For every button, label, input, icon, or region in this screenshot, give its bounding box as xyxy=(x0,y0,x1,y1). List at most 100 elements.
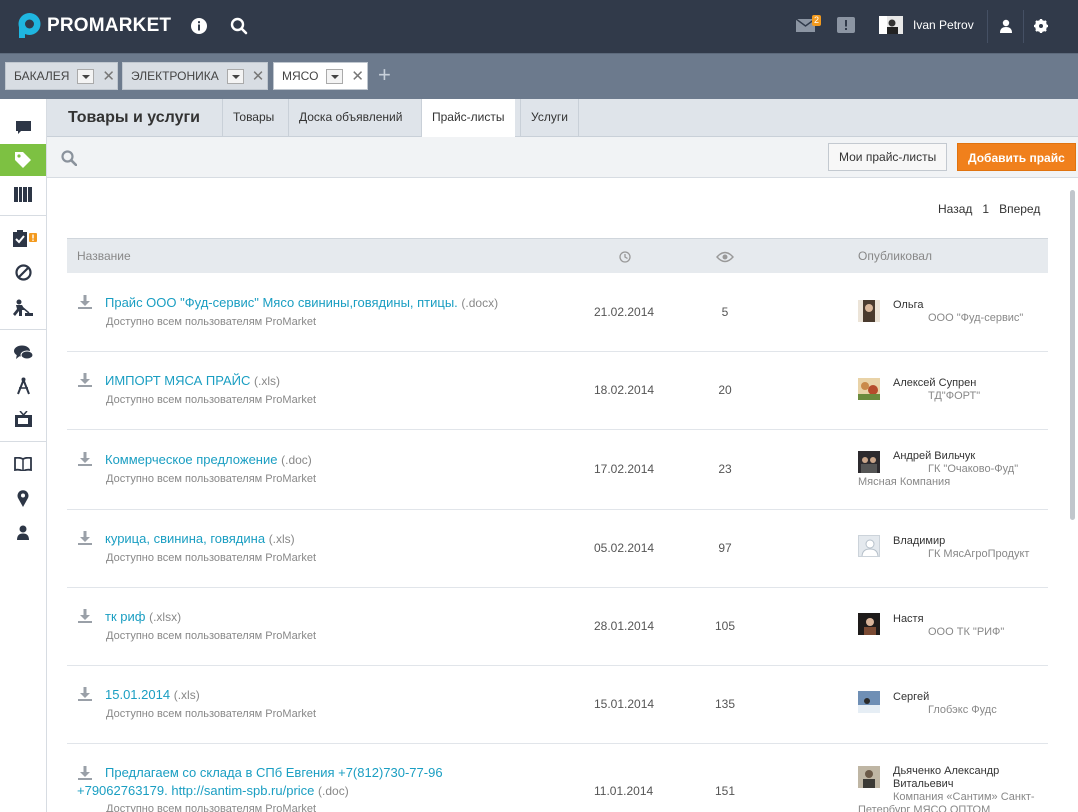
tag-icon xyxy=(15,152,31,168)
tab-products[interactable]: Товары xyxy=(222,99,284,137)
left-sidebar xyxy=(0,99,47,812)
price-list-title[interactable]: 15.01.2014 (.xls) xyxy=(105,686,200,704)
view-count: 105 xyxy=(714,619,736,633)
search-icon[interactable] xyxy=(230,17,248,35)
download-icon[interactable] xyxy=(78,373,92,387)
date: 28.01.2014 xyxy=(594,619,655,633)
sidebar-item-workers[interactable] xyxy=(0,291,46,323)
avatar[interactable] xyxy=(858,535,880,557)
view-count: 20 xyxy=(718,383,732,397)
add-tab-button[interactable]: + xyxy=(378,64,391,86)
sidebar-item-media[interactable] xyxy=(0,403,46,435)
tab-price-lists[interactable]: Прайс-листы xyxy=(421,99,515,138)
pagination: Назад 1 Вперед xyxy=(938,202,1040,216)
logo[interactable]: PROMARKET xyxy=(17,12,171,39)
price-list-title[interactable]: Прайс ООО "Фуд-сервис" Мясо свинины,говя… xyxy=(105,294,498,312)
price-list-title[interactable]: Предлагаем со склада в СПб Евгения +7(81… xyxy=(105,764,443,782)
chevron-down-icon[interactable] xyxy=(326,68,344,84)
pager-page-number[interactable]: 1 xyxy=(982,202,989,216)
search-icon[interactable] xyxy=(61,150,77,166)
toolbar: Мои прайс-листы Добавить прайс xyxy=(47,137,1078,178)
table-row: 15.01.2014 (.xls) Доступно всем пользова… xyxy=(67,666,1048,744)
worker-icon xyxy=(13,299,33,316)
sidebar-item-directory[interactable] xyxy=(0,448,46,480)
author-name[interactable]: Дьяченко Александр xyxy=(893,765,999,777)
table-header: Название Опубликовал xyxy=(67,238,1048,273)
user-icon[interactable] xyxy=(1000,19,1012,33)
clock-icon[interactable] xyxy=(619,251,631,263)
author-company: Компания «Сантим» Санкт- xyxy=(893,791,1035,803)
pager-forward-link[interactable]: Вперед xyxy=(999,202,1040,216)
price-list-title-continued[interactable]: +79062763179. http://santim-spb.ru/price… xyxy=(77,782,349,800)
view-count: 151 xyxy=(714,784,736,798)
access-note: Доступно всем пользователям ProMarket xyxy=(106,803,317,812)
scrollbar-thumb[interactable] xyxy=(1070,190,1075,520)
avatar[interactable] xyxy=(858,766,880,788)
filter-tab[interactable]: БАКАЛЕЯ ✕ xyxy=(5,62,118,90)
sidebar-item-catalog[interactable] xyxy=(0,178,46,210)
sidebar-item-profile[interactable] xyxy=(0,516,46,548)
info-icon[interactable] xyxy=(190,17,208,35)
file-extension: (.doc) xyxy=(281,453,312,467)
chevron-down-icon[interactable] xyxy=(226,68,244,84)
chevron-down-icon[interactable] xyxy=(77,68,95,84)
sidebar-item-discussions[interactable] xyxy=(0,337,46,369)
filter-tab-active[interactable]: МЯСО ✕ xyxy=(273,62,368,90)
download-icon[interactable] xyxy=(78,766,92,780)
author-name[interactable]: Ольга xyxy=(893,299,923,311)
sidebar-item-map[interactable] xyxy=(0,482,46,514)
avatar[interactable] xyxy=(858,378,880,400)
author-name[interactable]: Сергей xyxy=(893,691,929,703)
download-icon[interactable] xyxy=(78,531,92,545)
download-icon[interactable] xyxy=(78,452,92,466)
gear-icon[interactable] xyxy=(1034,19,1048,33)
price-list-title[interactable]: ИМПОРТ МЯСА ПРАЙС (.xls) xyxy=(105,372,280,390)
sidebar-item-tools[interactable] xyxy=(0,370,46,402)
avatar[interactable] xyxy=(858,613,880,635)
view-count: 23 xyxy=(718,462,732,476)
close-icon[interactable]: ✕ xyxy=(102,69,115,84)
add-price-button[interactable]: Добавить прайс xyxy=(957,143,1076,171)
price-list-title[interactable]: Коммерческое предложение (.doc) xyxy=(105,451,312,469)
author-company: Глобэкс Фудс xyxy=(928,704,997,716)
author-name[interactable]: Андрей Вильчук xyxy=(893,450,975,462)
tab-bulletin-board[interactable]: Доска объявлений xyxy=(288,99,412,137)
price-list-title[interactable]: курица, свинина, говядина (.xls) xyxy=(105,530,295,548)
table-row: ИМПОРТ МЯСА ПРАЙС (.xls) Доступно всем п… xyxy=(67,352,1048,430)
filter-tabs-bar: БАКАЛЕЯ ✕ ЭЛЕКТРОНИКА ✕ МЯСО ✕ + xyxy=(0,53,1078,99)
close-icon[interactable]: ✕ xyxy=(351,69,364,84)
pager-back-link[interactable]: Назад xyxy=(938,202,972,216)
user-menu[interactable]: Ivan Petrov xyxy=(879,16,974,34)
download-icon[interactable] xyxy=(78,687,92,701)
sidebar-item-messages[interactable] xyxy=(0,111,46,143)
sidebar-item-blocked[interactable] xyxy=(0,256,46,288)
author-name[interactable]: Настя xyxy=(893,613,924,625)
filter-tab[interactable]: ЭЛЕКТРОНИКА ✕ xyxy=(122,62,268,90)
download-icon[interactable] xyxy=(78,609,92,623)
column-header-published-by[interactable]: Опубликовал xyxy=(858,249,932,263)
price-list-title[interactable]: тк риф (.xlsx) xyxy=(105,608,181,626)
catalog-icon xyxy=(14,186,32,202)
author-name-continued[interactable]: Витальевич xyxy=(893,778,954,790)
divider xyxy=(1023,10,1024,43)
avatar[interactable] xyxy=(858,451,880,473)
top-bar: PROMARKET 2 Ivan Petrov xyxy=(0,0,1078,53)
avatar[interactable] xyxy=(858,691,880,713)
column-header-name[interactable]: Название xyxy=(77,249,131,263)
close-icon[interactable]: ✕ xyxy=(252,69,265,84)
person-icon xyxy=(17,525,29,540)
filter-tab-label: БАКАЛЕЯ xyxy=(14,69,70,83)
eye-icon[interactable] xyxy=(716,251,734,263)
avatar[interactable] xyxy=(858,300,880,322)
alert-icon[interactable] xyxy=(837,17,855,33)
table-row: курица, свинина, говядина (.xls) Доступн… xyxy=(67,510,1048,588)
sidebar-item-products[interactable] xyxy=(0,144,46,176)
sidebar-item-tasks[interactable] xyxy=(0,222,46,254)
user-name: Ivan Petrov xyxy=(913,18,974,32)
download-icon[interactable] xyxy=(78,295,92,309)
author-name[interactable]: Алексей Супрен xyxy=(893,377,976,389)
author-name[interactable]: Владимир xyxy=(893,535,945,547)
tab-services[interactable]: Услуги xyxy=(520,99,579,137)
file-extension: (.xls) xyxy=(173,688,200,702)
my-price-lists-button[interactable]: Мои прайс-листы xyxy=(828,143,948,171)
